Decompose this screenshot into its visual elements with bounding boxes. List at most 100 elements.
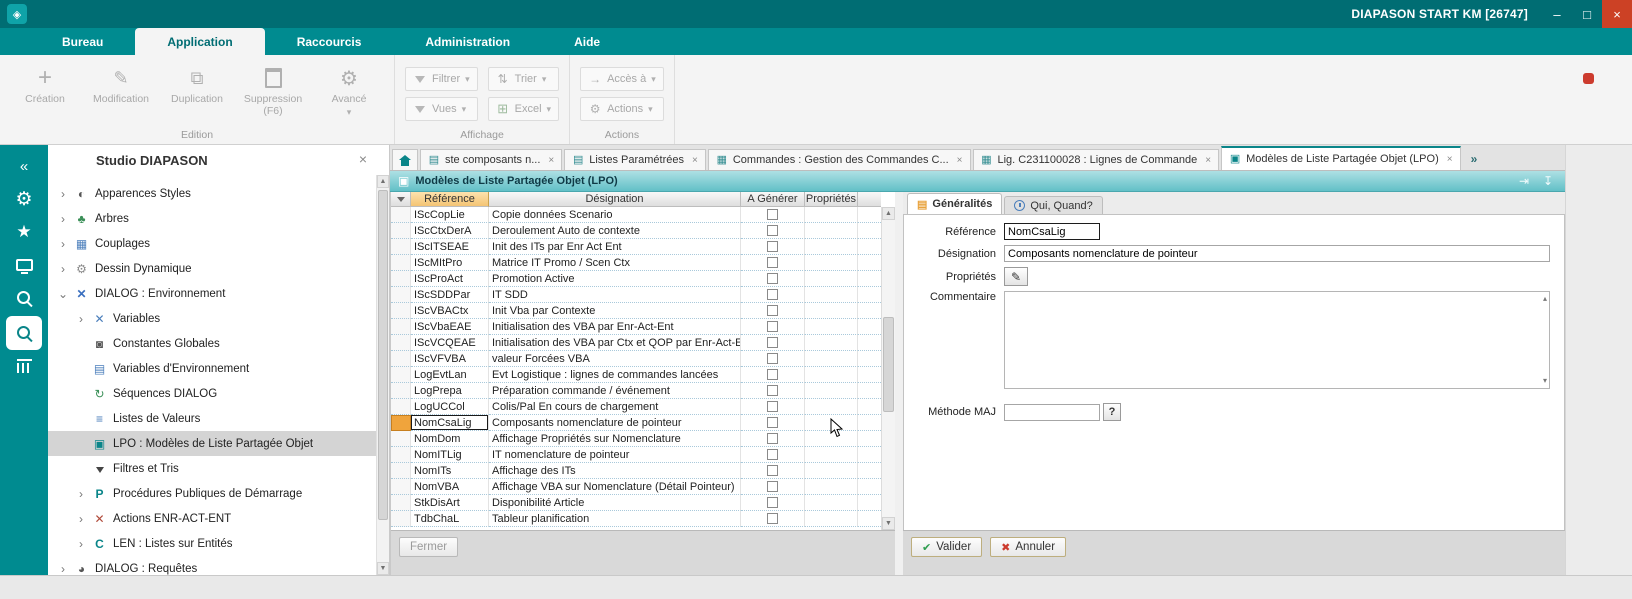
row-selector[interactable] [391,351,411,367]
agenerer-checkbox[interactable] [767,321,778,332]
cell-proprietes[interactable] [805,239,858,255]
scrollbar-thumb[interactable] [378,190,388,520]
row-selector[interactable] [391,239,411,255]
column-header-agenerer[interactable]: A Générer [741,192,805,207]
row-selector[interactable] [391,479,411,495]
tree-item[interactable]: › Couplages [48,231,376,256]
document-tab[interactable]: Modèles de Liste Partagée Objet (LPO) × [1221,146,1460,170]
strip-button[interactable] [6,250,42,280]
tree-item[interactable]: › Actions ENR-ACT-ENT [48,506,376,531]
studio-close-button[interactable]: × [359,151,367,167]
tree-expand-arrow[interactable]: › [58,212,68,226]
strip-button[interactable] [6,283,42,313]
column-header-reference[interactable]: Référence [411,192,489,207]
row-selector[interactable] [391,367,411,383]
column-header-selector[interactable] [391,192,411,207]
agenerer-checkbox[interactable] [767,481,778,492]
menu-tab[interactable]: Application [135,28,264,55]
cell-designation[interactable]: Affichage VBA sur Nomenclature (Détail P… [489,479,741,495]
table-row[interactable]: NomITs Affichage des ITs [391,463,881,479]
tree-expand-arrow[interactable]: ⌄ [58,287,68,301]
cell-proprietes[interactable] [805,399,858,415]
row-selector[interactable] [391,463,411,479]
row-selector[interactable] [391,287,411,303]
cell-reference[interactable]: NomCsaLig [411,415,489,431]
row-selector[interactable] [391,335,411,351]
ribbon-dropdown-button[interactable]: Actions [580,97,664,121]
ribbon-dropdown-button[interactable]: Excel [488,97,559,121]
cell-proprietes[interactable] [805,479,858,495]
agenerer-checkbox[interactable] [767,449,778,460]
cell-proprietes[interactable] [805,511,858,527]
reference-input[interactable] [1004,223,1100,240]
agenerer-checkbox[interactable] [767,209,778,220]
tree-expand-arrow[interactable]: › [58,562,68,576]
document-tab[interactable]: Listes Paramétrées × [564,149,706,170]
proprietes-button[interactable] [1004,267,1028,286]
cell-designation[interactable]: Init des ITs par Enr Act Ent [489,239,741,255]
table-row[interactable]: LogUCCol Colis/Pal En cours de chargemen… [391,399,881,415]
cell-reference[interactable]: StkDisArt [411,495,489,511]
ribbon-button[interactable]: Création [10,61,80,119]
cell-proprietes[interactable] [805,255,858,271]
commentaire-textarea[interactable] [1004,291,1550,389]
ribbon-dropdown-button[interactable]: Trier [488,67,559,91]
agenerer-checkbox[interactable] [767,241,778,252]
tree-expand-arrow[interactable]: › [58,262,68,276]
cell-reference[interactable]: IScVBACtx [411,303,489,319]
cell-reference[interactable]: IScCtxDerA [411,223,489,239]
table-row[interactable]: StkDisArt Disponibilité Article [391,495,881,511]
tree-item[interactable]: › DIALOG : Requêtes [48,556,376,575]
scrollbar-up-icon[interactable]: ▲ [882,207,895,220]
table-row[interactable]: LogPrepa Préparation commande / événemen… [391,383,881,399]
cell-reference[interactable]: NomITs [411,463,489,479]
table-row[interactable]: IScCtxDerA Deroulement Auto de contexte [391,223,881,239]
agenerer-checkbox[interactable] [767,465,778,476]
table-row[interactable]: IScSDDPar IT SDD [391,287,881,303]
cell-proprietes[interactable] [805,207,858,223]
strip-button[interactable] [6,151,42,181]
cell-proprietes[interactable] [805,447,858,463]
row-selector[interactable] [391,431,411,447]
cell-designation[interactable]: Initialisation des VBA par Enr-Act-Ent [489,319,741,335]
tree-item[interactable]: › LEN : Listes sur Entités [48,531,376,556]
cell-proprietes[interactable] [805,287,858,303]
agenerer-checkbox[interactable] [767,513,778,524]
annuler-button[interactable]: Annuler [990,537,1066,557]
tab-close-icon[interactable]: × [1205,155,1211,166]
methode-maj-input[interactable] [1004,404,1100,421]
menu-tab[interactable]: Raccourcis [265,28,394,55]
table-row[interactable]: TdbChaL Tableur planification [391,511,881,527]
tree-item[interactable]: › Arbres [48,206,376,231]
row-selector[interactable] [391,319,411,335]
cell-designation[interactable]: Promotion Active [489,271,741,287]
strip-button[interactable] [6,316,42,350]
ribbon-button[interactable]: Avancé ▾ [314,61,384,119]
agenerer-checkbox[interactable] [767,273,778,284]
cell-designation[interactable]: IT SDD [489,287,741,303]
row-selector[interactable] [391,207,411,223]
cell-proprietes[interactable] [805,319,858,335]
ribbon-pin-icon[interactable] [1583,73,1594,84]
cell-proprietes[interactable] [805,351,858,367]
cell-designation[interactable]: IT nomenclature de pointeur [489,447,741,463]
table-row[interactable]: LogEvtLan Evt Logistique : lignes de com… [391,367,881,383]
cell-reference[interactable]: IScVCQEAE [411,335,489,351]
cell-proprietes[interactable] [805,335,858,351]
agenerer-checkbox[interactable] [767,385,778,396]
row-selector[interactable] [391,447,411,463]
cell-designation[interactable]: Deroulement Auto de contexte [489,223,741,239]
pane-splitter[interactable] [895,192,903,575]
cell-designation[interactable]: Initialisation des VBA par Ctx et QOP pa… [489,335,741,351]
cell-designation[interactable]: valeur Forcées VBA [489,351,741,367]
scrollbar-thumb[interactable] [883,317,894,412]
scroll-down-icon[interactable] [1543,377,1547,385]
ribbon-button[interactable]: Suppression (F6) [238,61,308,119]
cell-reference[interactable]: NomITLig [411,447,489,463]
row-selector[interactable] [391,383,411,399]
table-row[interactable]: NomVBA Affichage VBA sur Nomenclature (D… [391,479,881,495]
maximize-button[interactable]: □ [1572,0,1602,28]
strip-button[interactable] [6,184,42,214]
tree-item[interactable]: › Dessin Dynamique [48,256,376,281]
cell-reference[interactable]: NomDom [411,431,489,447]
